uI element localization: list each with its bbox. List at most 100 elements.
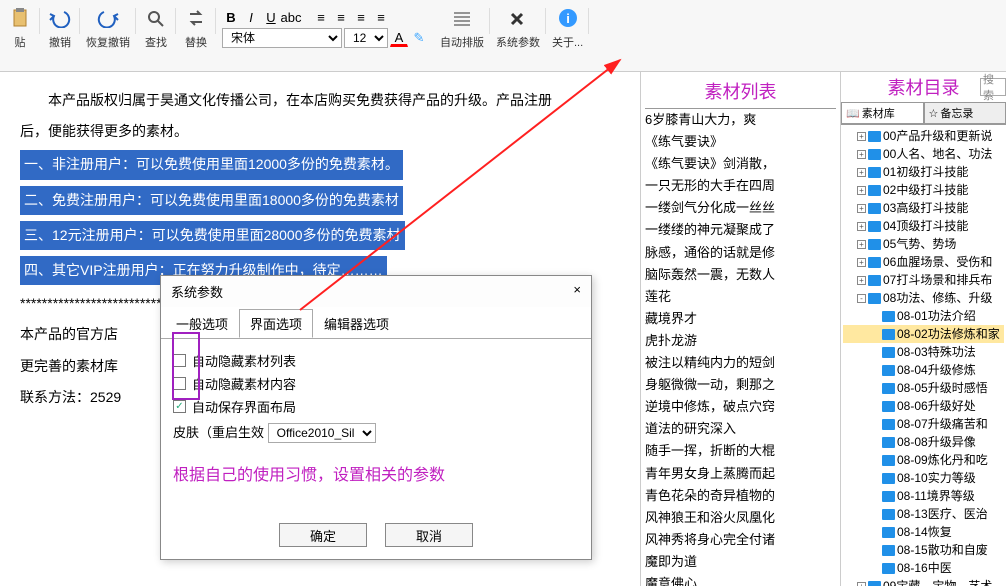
material-list-title: 素材列表 xyxy=(645,76,836,109)
list-item[interactable]: 道法的研究深入 xyxy=(645,418,836,440)
tab-editor[interactable]: 编辑器选项 xyxy=(313,309,400,338)
tree-row[interactable]: 08-01功法介绍 xyxy=(843,307,1004,325)
list-item[interactable]: 随手一挥，折断的大棍 xyxy=(645,440,836,462)
tab-library[interactable]: 📖素材库 xyxy=(841,102,924,124)
tree-row[interactable]: +09宝藏、宝物、艺术 xyxy=(843,577,1004,586)
tree-row[interactable]: +03高级打斗技能 xyxy=(843,199,1004,217)
chk-hide-list[interactable] xyxy=(173,354,186,367)
undo-icon xyxy=(46,4,74,32)
tab-general[interactable]: 一般选项 xyxy=(165,309,239,338)
list-item[interactable]: 莲花 xyxy=(645,286,836,308)
undo-group[interactable]: 撤销 xyxy=(40,4,80,50)
paste-group[interactable]: 贴 xyxy=(0,4,40,50)
list-item[interactable]: 一只无形的大手在四周 xyxy=(645,175,836,197)
list-item[interactable]: 6岁膝青山大力，爽 xyxy=(645,109,836,131)
tree-row[interactable]: +01初级打斗技能 xyxy=(843,163,1004,181)
list-item[interactable]: 《练气要诀》 xyxy=(645,131,836,153)
about-group[interactable]: i 关于... xyxy=(546,4,589,50)
skin-select[interactable]: Office2010_Sil xyxy=(268,423,376,443)
ok-button[interactable]: 确定 xyxy=(279,523,367,547)
list-item[interactable]: 被注以精纯内力的短剑 xyxy=(645,352,836,374)
list-item[interactable]: 一缕剑气分化成一丝丝 xyxy=(645,197,836,219)
close-icon[interactable]: × xyxy=(573,282,581,301)
material-list[interactable]: 6岁膝青山大力，爽《练气要诀》《练气要诀》剑消散，一只无形的大手在四周一缕剑气分… xyxy=(645,109,836,586)
gear-icon xyxy=(504,4,532,32)
list-item[interactable]: 虎扑龙游 xyxy=(645,330,836,352)
tree-row[interactable]: -08功法、修练、升级 xyxy=(843,289,1004,307)
bold-button[interactable]: B xyxy=(222,8,240,26)
find-group[interactable]: 查找 xyxy=(136,4,176,50)
format-group: B I U abc ≡ ≡ ≡ ≡ 宋体 12 A ✎ xyxy=(216,4,434,52)
tree-row[interactable]: 08-13医疗、医治 xyxy=(843,505,1004,523)
svg-text:i: i xyxy=(566,11,570,26)
tree-row[interactable]: 08-16中医 xyxy=(843,559,1004,577)
list-item[interactable]: 青年男女身上蒸腾而起 xyxy=(645,463,836,485)
dialog-note: 根据自己的使用习惯，设置相关的参数 xyxy=(173,461,579,485)
align-left-button[interactable]: ≡ xyxy=(312,8,330,26)
list-item[interactable]: 魔意佛心 xyxy=(645,573,836,586)
tree-row[interactable]: +07打斗场景和排兵布 xyxy=(843,271,1004,289)
list-item[interactable]: 风神秀将身心完全付诸 xyxy=(645,529,836,551)
align-justify-button[interactable]: ≡ xyxy=(372,8,390,26)
tab-memo[interactable]: ☆备忘录 xyxy=(924,102,1006,124)
tree-row[interactable]: 08-10实力等级 xyxy=(843,469,1004,487)
align-right-button[interactable]: ≡ xyxy=(352,8,370,26)
system-params-dialog: 系统参数 × 一般选项 界面选项 编辑器选项 自动隐藏素材列表 自动隐藏素材内容… xyxy=(160,275,592,560)
tree-row[interactable]: 08-11境界等级 xyxy=(843,487,1004,505)
tree-row[interactable]: +05气势、势场 xyxy=(843,235,1004,253)
tree-row[interactable]: 08-07升级痛苦和 xyxy=(843,415,1004,433)
italic-button[interactable]: I xyxy=(242,8,260,26)
material-tree-panel: 素材目录 📖素材库 ☆备忘录 +00产品升级和更新说+00人名、地名、功法+01… xyxy=(840,72,1006,586)
star-icon: ☆ xyxy=(929,107,939,120)
tree-row[interactable]: 08-04升级修炼 xyxy=(843,361,1004,379)
tier-2: 二、免费注册用户：可以免费使用里面18000多份的免费素材 xyxy=(20,186,403,215)
book-icon: 📖 xyxy=(846,107,860,120)
tier-1: 一、非注册用户：可以免费使用里面12000多份的免费素材。 xyxy=(20,150,403,179)
toolbar: 贴 撤销 恢复撤销 查找 替换 B I U abc ≡ ≡ ≡ ≡ 宋体 12 … xyxy=(0,0,1006,72)
tree-row[interactable]: +02中级打斗技能 xyxy=(843,181,1004,199)
tree-row[interactable]: 08-09炼化丹和吃 xyxy=(843,451,1004,469)
tree-row[interactable]: +00人名、地名、功法 xyxy=(843,145,1004,163)
search-input[interactable]: 搜索 xyxy=(980,78,1006,96)
replace-group[interactable]: 替换 xyxy=(176,4,216,50)
list-item[interactable]: 魔即为道 xyxy=(645,551,836,573)
align-center-button[interactable]: ≡ xyxy=(332,8,350,26)
redo-group[interactable]: 恢复撤销 xyxy=(80,4,136,50)
size-select[interactable]: 12 xyxy=(344,28,388,48)
list-item[interactable]: 一缕缕的神元凝聚成了 xyxy=(645,219,836,241)
list-item[interactable]: 逆境中修炼，破点穴窍 xyxy=(645,396,836,418)
tree-row[interactable]: +06血腥场景、受伤和 xyxy=(843,253,1004,271)
tree-row[interactable]: +04顶级打斗技能 xyxy=(843,217,1004,235)
tree-row[interactable]: 08-05升级时感悟 xyxy=(843,379,1004,397)
list-item[interactable]: 脑际轰然一震，无数人 xyxy=(645,264,836,286)
list-item[interactable]: 身躯微微一动，剩那之 xyxy=(645,374,836,396)
highlight-button[interactable]: ✎ xyxy=(410,29,428,47)
cancel-button[interactable]: 取消 xyxy=(385,523,473,547)
auto-layout-icon xyxy=(448,4,476,32)
font-select[interactable]: 宋体 xyxy=(222,28,342,48)
sys-param-group[interactable]: 系统参数 xyxy=(490,4,546,50)
strike-button[interactable]: abc xyxy=(282,8,300,26)
chk-hide-content[interactable] xyxy=(173,377,186,390)
tree-row[interactable]: +00产品升级和更新说 xyxy=(843,127,1004,145)
tree-row[interactable]: 08-15散功和自废 xyxy=(843,541,1004,559)
font-color-button[interactable]: A xyxy=(390,29,408,47)
info-icon: i xyxy=(554,4,582,32)
list-item[interactable]: 《练气要诀》剑消散， xyxy=(645,153,836,175)
tree-row[interactable]: 08-08升级异像 xyxy=(843,433,1004,451)
list-item[interactable]: 风神狼王和浴火凤凰化 xyxy=(645,507,836,529)
auto-layout-group[interactable]: 自动排版 xyxy=(434,4,490,50)
tab-ui[interactable]: 界面选项 xyxy=(239,309,313,338)
material-tree[interactable]: +00产品升级和更新说+00人名、地名、功法+01初级打斗技能+02中级打斗技能… xyxy=(841,125,1006,586)
dialog-titlebar[interactable]: 系统参数 × xyxy=(161,276,591,307)
list-item[interactable]: 藏境界才 xyxy=(645,308,836,330)
chk-save-layout[interactable] xyxy=(173,400,186,413)
tree-row[interactable]: 08-06升级好处 xyxy=(843,397,1004,415)
tree-row[interactable]: 08-03特殊功法 xyxy=(843,343,1004,361)
underline-button[interactable]: U xyxy=(262,8,280,26)
list-item[interactable]: 青色花朵的奇异植物的 xyxy=(645,485,836,507)
tree-row[interactable]: 08-02功法修炼和家 xyxy=(843,325,1004,343)
tree-row[interactable]: 08-14恢复 xyxy=(843,523,1004,541)
replace-icon xyxy=(182,4,210,32)
list-item[interactable]: 脉感，通俗的话就是修 xyxy=(645,242,836,264)
